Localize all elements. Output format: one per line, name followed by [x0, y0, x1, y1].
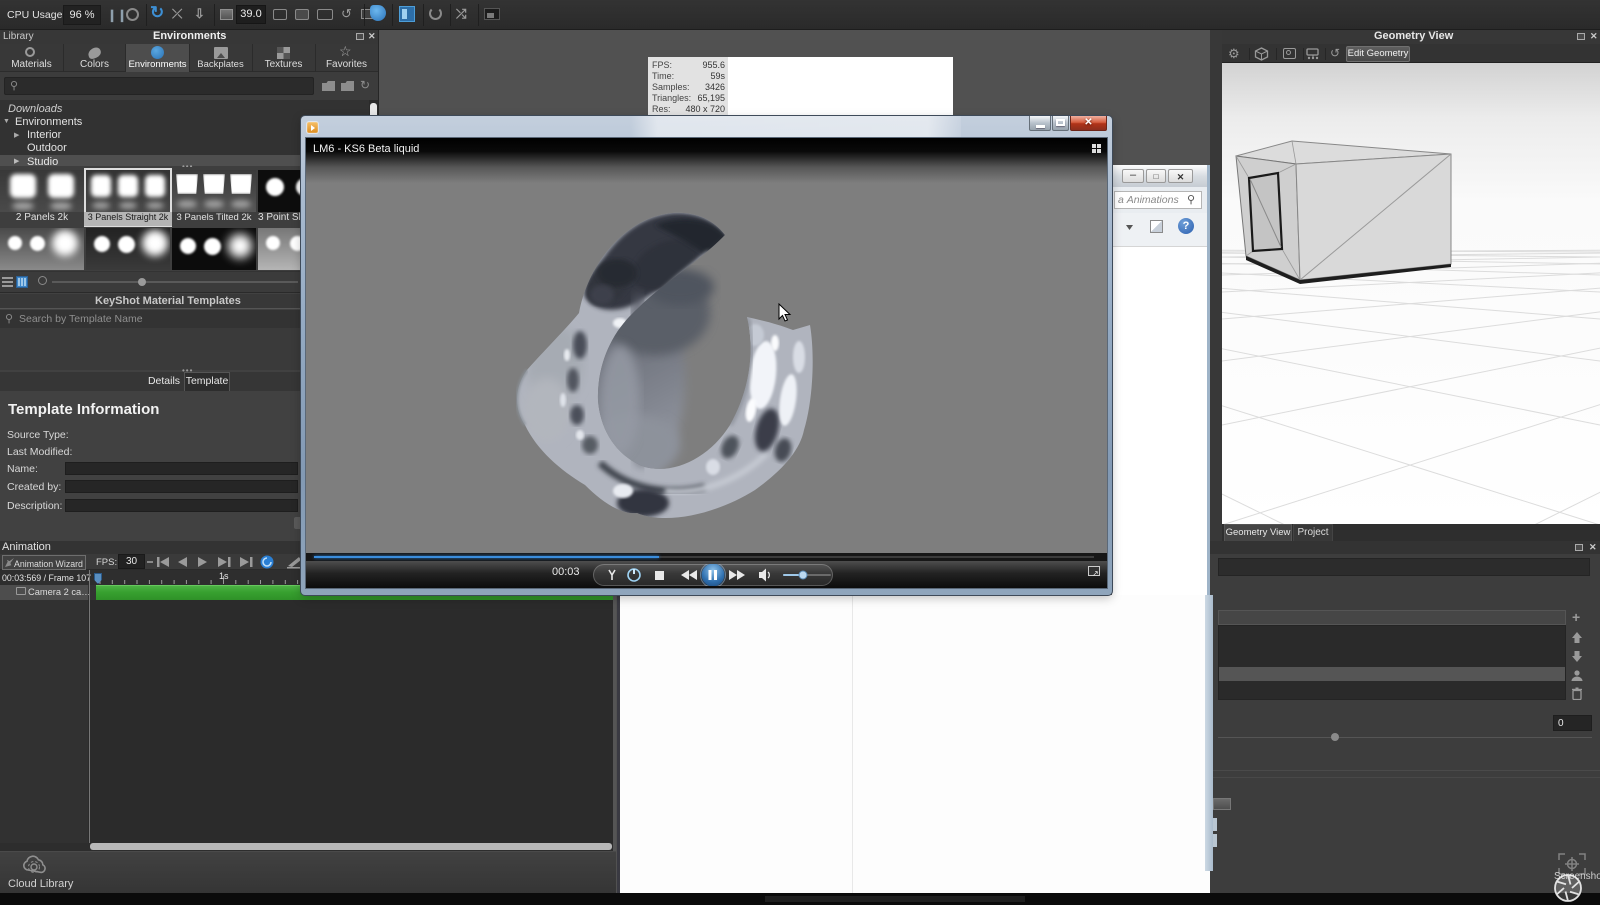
svg-text:1s: 1s — [219, 571, 229, 581]
